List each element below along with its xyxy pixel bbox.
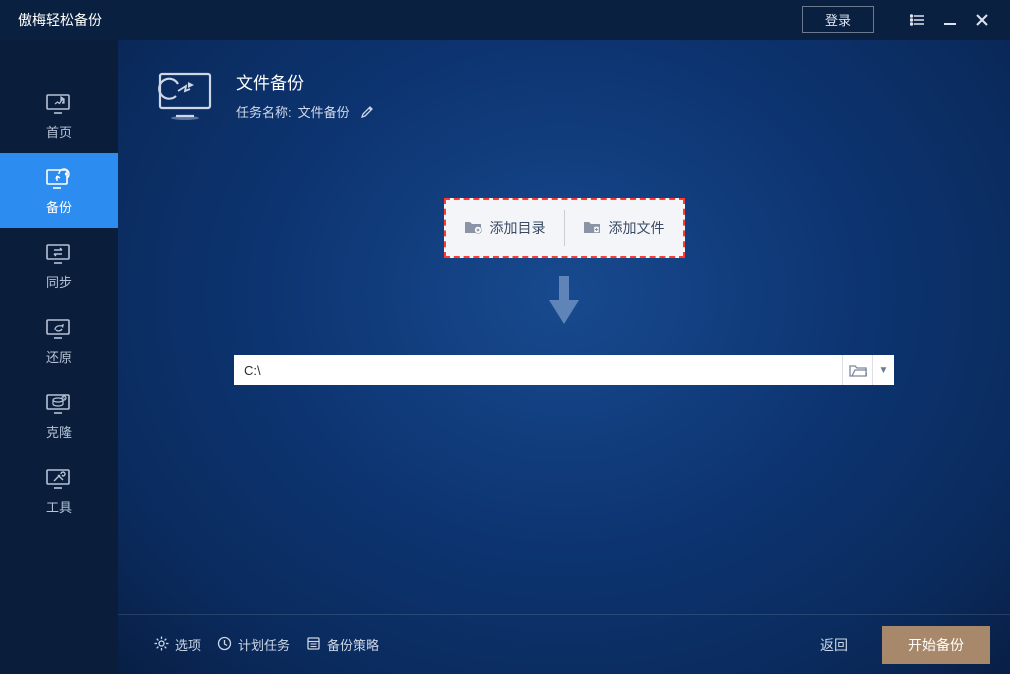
sidebar: 首页 备份 同步 还原: [0, 40, 118, 674]
sidebar-item-restore[interactable]: 还原: [0, 303, 118, 378]
file-backup-header-icon: [154, 68, 218, 122]
destination-path-input[interactable]: C:\: [234, 363, 842, 378]
sidebar-item-label: 同步: [46, 272, 72, 291]
options-button[interactable]: 选项: [154, 635, 201, 654]
content-area: 添加目录 添加文件 C:\: [118, 142, 1010, 614]
sync-monitor-icon: [45, 242, 73, 266]
tools-monitor-icon: [45, 467, 73, 491]
source-selection-box: 添加目录 添加文件: [444, 198, 685, 258]
minimize-icon[interactable]: [934, 4, 966, 36]
footer-bar: 选项 计划任务 备份策略 返回 开始备份: [118, 614, 1010, 674]
strategy-label: 备份策略: [327, 635, 379, 654]
close-icon[interactable]: [966, 4, 998, 36]
edit-icon[interactable]: [360, 105, 374, 119]
folder-plus-icon: [464, 219, 482, 237]
sidebar-item-label: 工具: [46, 497, 72, 516]
add-folder-button[interactable]: 添加目录: [446, 200, 564, 256]
browse-folder-button[interactable]: [842, 355, 872, 385]
sidebar-item-label: 克隆: [46, 422, 72, 441]
destination-row: C:\ ▼: [234, 355, 894, 385]
sidebar-item-backup[interactable]: 备份: [0, 153, 118, 228]
sidebar-item-tools[interactable]: 工具: [0, 453, 118, 528]
backup-monitor-icon: [45, 167, 73, 191]
sidebar-item-label: 还原: [46, 347, 72, 366]
file-plus-icon: [583, 219, 601, 237]
sidebar-item-clone[interactable]: 克隆: [0, 378, 118, 453]
gear-icon: [154, 636, 169, 654]
add-folder-label: 添加目录: [490, 218, 546, 238]
arrow-down-icon: [546, 276, 582, 329]
page-header: 文件备份 任务名称: 文件备份: [118, 40, 1010, 142]
titlebar: 傲梅轻松备份 登录: [0, 0, 1010, 40]
login-button[interactable]: 登录: [802, 6, 874, 33]
sidebar-item-home[interactable]: 首页: [0, 78, 118, 153]
strategy-button[interactable]: 备份策略: [306, 635, 379, 654]
task-name-value: 文件备份: [298, 102, 350, 121]
schedule-label: 计划任务: [238, 635, 290, 654]
destination-dropdown-button[interactable]: ▼: [872, 355, 894, 385]
home-monitor-icon: [45, 92, 73, 116]
menu-list-icon[interactable]: [902, 4, 934, 36]
strategy-icon: [306, 636, 321, 654]
page-title: 文件备份: [236, 69, 374, 94]
sidebar-item-label: 首页: [46, 122, 72, 141]
clone-monitor-icon: [45, 392, 73, 416]
back-button[interactable]: 返回: [820, 635, 848, 655]
main-panel: 文件备份 任务名称: 文件备份: [118, 40, 1010, 674]
task-name-label: 任务名称:: [236, 102, 292, 121]
restore-monitor-icon: [45, 317, 73, 341]
options-label: 选项: [175, 635, 201, 654]
start-backup-button[interactable]: 开始备份: [882, 626, 990, 664]
schedule-button[interactable]: 计划任务: [217, 635, 290, 654]
clock-icon: [217, 636, 232, 654]
app-title: 傲梅轻松备份: [18, 10, 102, 30]
add-file-label: 添加文件: [609, 218, 665, 238]
sidebar-item-sync[interactable]: 同步: [0, 228, 118, 303]
sidebar-item-label: 备份: [46, 197, 72, 216]
add-file-button[interactable]: 添加文件: [565, 200, 683, 256]
